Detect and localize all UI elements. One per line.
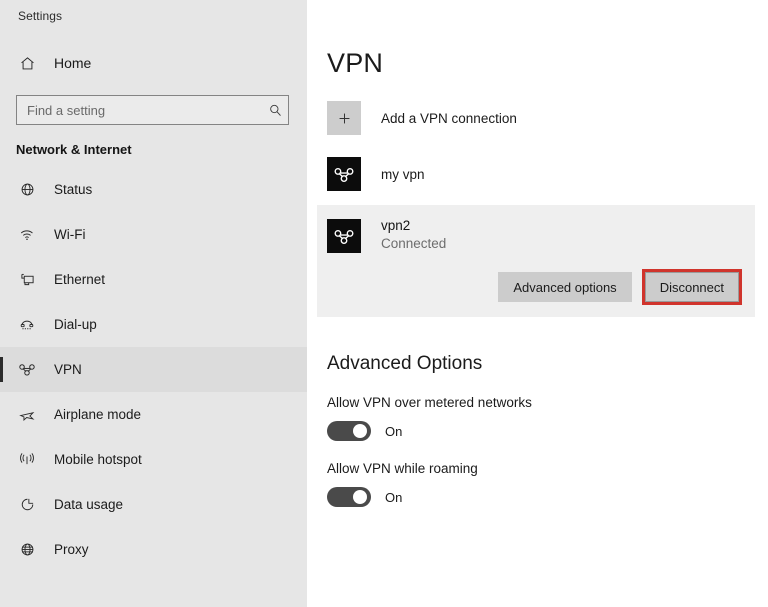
vpn-connection-item[interactable]: my vpn <box>327 157 768 191</box>
home-icon <box>16 52 38 74</box>
page-title: VPN <box>307 0 768 79</box>
advanced-options-button[interactable]: Advanced options <box>498 272 631 302</box>
vpn-card-text: vpn2 Connected <box>381 217 446 253</box>
toggle-knob <box>353 424 367 438</box>
globe-status-icon <box>16 179 38 201</box>
sidebar-item-status-label: Status <box>54 182 92 197</box>
ethernet-icon <box>16 269 38 291</box>
settings-window: Settings Home Network & Internet <box>0 0 768 607</box>
vpn-card-actions: Advanced options Disconnect <box>327 269 755 305</box>
sidebar-item-status[interactable]: Status <box>0 167 307 212</box>
option-metered-networks: Allow VPN over metered networks On <box>327 395 768 441</box>
option-metered-networks-row: On <box>327 421 768 441</box>
add-vpn-connection-button[interactable]: Add a VPN connection <box>327 101 768 135</box>
option-roaming-label: Allow VPN while roaming <box>327 461 768 476</box>
option-roaming: Allow VPN while roaming On <box>327 461 768 507</box>
sidebar-item-home[interactable]: Home <box>0 45 307 81</box>
vpn-connection-status: Connected <box>381 235 446 253</box>
mobile-hotspot-icon <box>16 449 38 471</box>
toggle-roaming[interactable] <box>327 487 371 507</box>
vpn-icon <box>327 157 361 191</box>
vpn-icon <box>327 219 361 253</box>
disconnect-highlight-annotation: Disconnect <box>642 269 742 305</box>
search-icon[interactable] <box>262 97 288 123</box>
disconnect-button[interactable]: Disconnect <box>645 272 739 302</box>
sidebar-item-mobile-hotspot[interactable]: Mobile hotspot <box>0 437 307 482</box>
sidebar-item-mobile-hotspot-label: Mobile hotspot <box>54 452 142 467</box>
option-metered-networks-label: Allow VPN over metered networks <box>327 395 768 410</box>
sidebar-item-wifi[interactable]: Wi-Fi <box>0 212 307 257</box>
sidebar-item-vpn-label: VPN <box>54 362 82 377</box>
search-input[interactable] <box>17 97 262 123</box>
sidebar-section-title: Network & Internet <box>0 125 307 157</box>
sidebar-item-ethernet-label: Ethernet <box>54 272 105 287</box>
vpn-icon <box>16 359 38 381</box>
vpn-connection-name: my vpn <box>381 167 425 182</box>
plus-icon <box>327 101 361 135</box>
sidebar-item-ethernet[interactable]: Ethernet <box>0 257 307 302</box>
sidebar-item-data-usage[interactable]: Data usage <box>0 482 307 527</box>
toggle-metered-networks-state: On <box>385 424 402 439</box>
sidebar-item-data-usage-label: Data usage <box>54 497 123 512</box>
sidebar-item-vpn[interactable]: VPN <box>0 347 307 392</box>
option-roaming-row: On <box>327 487 768 507</box>
vpn-card-header: vpn2 Connected <box>327 219 755 253</box>
sidebar-item-dial-up-label: Dial-up <box>54 317 97 332</box>
vpn-connection-item-selected[interactable]: vpn2 Connected Advanced options Disconne… <box>317 205 755 317</box>
search-box[interactable] <box>16 95 289 125</box>
toggle-roaming-state: On <box>385 490 402 505</box>
sidebar-item-proxy-label: Proxy <box>54 542 89 557</box>
sidebar-nav: Status Wi-Fi <box>0 167 307 572</box>
app-title: Settings <box>0 0 307 23</box>
airplane-icon <box>16 404 38 426</box>
add-vpn-connection-label: Add a VPN connection <box>381 111 517 126</box>
wifi-icon <box>16 224 38 246</box>
sidebar-item-home-label: Home <box>54 55 91 71</box>
toggle-metered-networks[interactable] <box>327 421 371 441</box>
sidebar-item-airplane-mode[interactable]: Airplane mode <box>0 392 307 437</box>
sidebar: Settings Home Network & Internet <box>0 0 307 607</box>
advanced-options-heading: Advanced Options <box>307 317 768 375</box>
vpn-connection-name: vpn2 <box>381 217 446 235</box>
toggle-knob <box>353 490 367 504</box>
dial-up-icon <box>16 314 38 336</box>
sidebar-item-airplane-mode-label: Airplane mode <box>54 407 141 422</box>
sidebar-item-proxy[interactable]: Proxy <box>0 527 307 572</box>
sidebar-item-wifi-label: Wi-Fi <box>54 227 85 242</box>
main-content: VPN Add a VPN connection <box>307 0 768 607</box>
proxy-globe-icon <box>16 539 38 561</box>
data-usage-icon <box>16 494 38 516</box>
sidebar-item-dial-up[interactable]: Dial-up <box>0 302 307 347</box>
